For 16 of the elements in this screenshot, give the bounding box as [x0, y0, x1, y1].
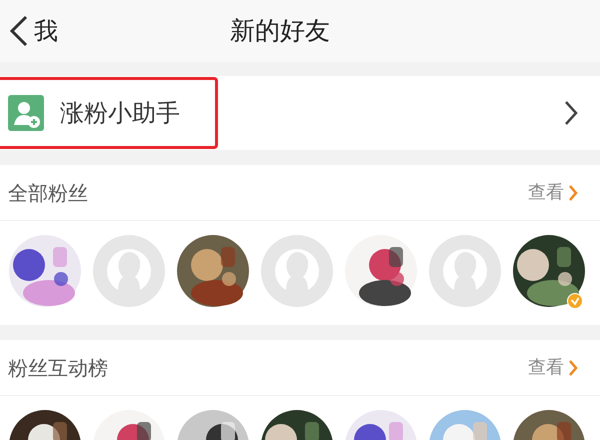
view-link[interactable]: 查看 — [528, 354, 578, 381]
default-avatar-icon — [93, 235, 165, 307]
chevron-right-icon — [564, 100, 578, 126]
user-plus-icon — [8, 95, 44, 131]
section-title: 粉丝互动榜 — [8, 354, 108, 382]
back-button[interactable]: 我 — [0, 13, 58, 49]
verified-badge-icon — [567, 293, 583, 309]
back-icon — [8, 14, 30, 48]
growth-helper-item[interactable]: 涨粉小助手 — [0, 77, 218, 149]
section-title: 全部粉丝 — [8, 180, 88, 206]
chevron-right-icon — [568, 184, 578, 202]
screen-title: 新的好友 — [230, 15, 330, 47]
default-avatar-icon — [261, 235, 333, 307]
chevron-right-icon — [568, 358, 578, 376]
view-link[interactable]: 查看 — [528, 179, 578, 206]
default-avatar-icon — [429, 235, 501, 307]
